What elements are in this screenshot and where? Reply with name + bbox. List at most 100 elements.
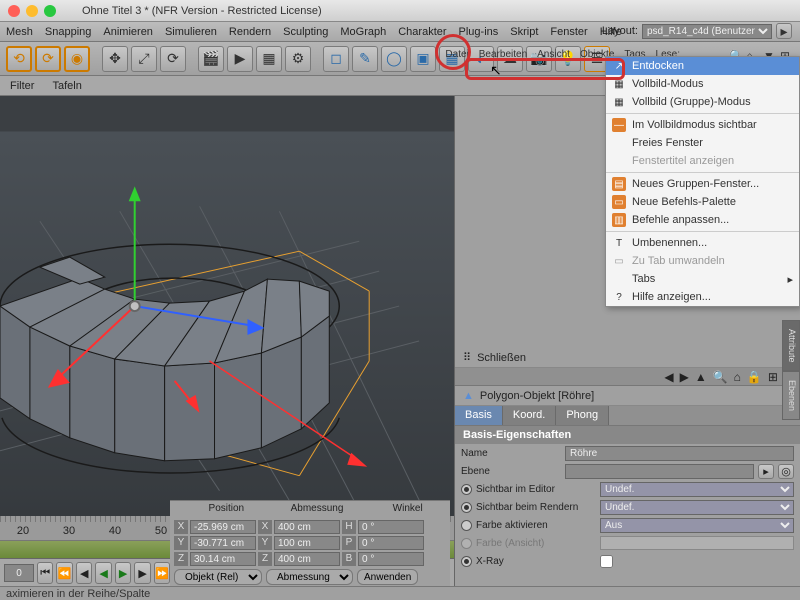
- objmgr-ansicht[interactable]: Ansicht: [537, 49, 570, 60]
- layout-dropdown[interactable]: psd_R14_c4d (Benutzer): [642, 24, 772, 39]
- pos-z-input[interactable]: [190, 552, 256, 566]
- rtab-ebenen[interactable]: Ebenen: [782, 371, 800, 420]
- ang-b-input[interactable]: [358, 552, 424, 566]
- tab-basis[interactable]: Basis: [455, 406, 503, 425]
- nav-new-icon[interactable]: ⊞: [768, 370, 778, 384]
- ctx-neue-befehls-palette[interactable]: ▭Neue Befehls-Palette: [606, 193, 799, 211]
- tool-scale-button[interactable]: ⤢: [131, 46, 157, 72]
- menu-mesh[interactable]: Mesh: [6, 26, 33, 38]
- xray-radio[interactable]: [461, 556, 472, 567]
- tab-phong[interactable]: Phong: [556, 406, 609, 425]
- nav-search-icon[interactable]: 🔍: [713, 370, 728, 384]
- play-back-button[interactable]: ◀: [95, 562, 111, 584]
- ebene-goto-button[interactable]: ◎: [778, 464, 794, 479]
- prev-frame-button[interactable]: ◀: [76, 562, 92, 584]
- primitive-generator-button[interactable]: ▣: [410, 46, 436, 72]
- ctx-vollbild[interactable]: ▦Vollbild-Modus: [606, 75, 799, 93]
- dim-z-input[interactable]: [274, 552, 340, 566]
- ctx-freies-fenster[interactable]: Freies Fenster: [606, 134, 799, 152]
- menu-snapping[interactable]: Snapping: [45, 26, 92, 38]
- close-panel-row[interactable]: ⠿ Schließen: [455, 348, 800, 368]
- menu-rendern[interactable]: Rendern: [229, 26, 271, 38]
- vp-filter[interactable]: Filter: [10, 80, 34, 92]
- zoom-icon[interactable]: [44, 5, 56, 17]
- tool-move-button[interactable]: ✥: [102, 46, 128, 72]
- nav-prev-icon[interactable]: ◀: [664, 370, 673, 384]
- ctx-entdocken[interactable]: ↗Entdocken: [606, 57, 799, 75]
- status-text: aximieren in der Reihe/Spalte: [6, 588, 150, 600]
- ctx-umbenennen[interactable]: TUmbenennen...: [606, 234, 799, 252]
- menu-fenster[interactable]: Fenster: [550, 26, 587, 38]
- nav-up-icon[interactable]: ▲: [695, 370, 707, 384]
- xray-checkbox[interactable]: [600, 555, 613, 568]
- primitive-nurbs-button[interactable]: ◯: [381, 46, 407, 72]
- menu-simulieren[interactable]: Simulieren: [165, 26, 217, 38]
- tool-render-region-button[interactable]: ▦: [256, 46, 282, 72]
- dim-y-input[interactable]: [274, 536, 340, 550]
- tool-clapper-button[interactable]: 🎬: [198, 46, 224, 72]
- attr-ebene-input[interactable]: [565, 464, 754, 479]
- attr-ebene-label: Ebene: [461, 466, 561, 477]
- objmgr-datei[interactable]: Datei: [445, 49, 468, 60]
- pos-y-input[interactable]: [190, 536, 256, 550]
- attr-name-input[interactable]: [565, 446, 794, 461]
- vp-tafeln[interactable]: Tafeln: [52, 80, 81, 92]
- dim-x-input[interactable]: [274, 520, 340, 534]
- pos-x-input[interactable]: [190, 520, 256, 534]
- vis-render-radio[interactable]: [461, 502, 472, 513]
- ctx-befehle-anpassen[interactable]: ▥Befehle anpassen...: [606, 211, 799, 229]
- goto-start-button[interactable]: ⏮: [37, 562, 53, 584]
- ctx-hilfe[interactable]: ?Hilfe anzeigen...: [606, 288, 799, 306]
- minimize-icon[interactable]: [26, 5, 38, 17]
- tool-select-button[interactable]: ◉: [64, 46, 90, 72]
- coord-col-position: Position: [188, 503, 265, 519]
- tab-koord[interactable]: Koord.: [503, 406, 556, 425]
- frame-start-input[interactable]: [4, 564, 34, 582]
- menu-plugins[interactable]: Plug-ins: [459, 26, 499, 38]
- vis-editor-select[interactable]: Undef.: [600, 482, 794, 497]
- tool-render-button[interactable]: ▶: [227, 46, 253, 72]
- next-key-button[interactable]: ⏩: [154, 562, 170, 584]
- coord-mode1-select[interactable]: Objekt (Rel): [174, 569, 262, 585]
- primitive-cube-button[interactable]: ◻: [323, 46, 349, 72]
- ang-p-input[interactable]: [358, 536, 424, 550]
- ebene-picker-button[interactable]: ▸: [758, 464, 774, 479]
- nav-next-icon[interactable]: ▶: [680, 370, 689, 384]
- menu-skript[interactable]: Skript: [510, 26, 538, 38]
- window-title: Ohne Titel 3 * (NFR Version - Restricted…: [82, 5, 322, 17]
- next-frame-button[interactable]: ▶: [134, 562, 150, 584]
- objmgr-bearbeiten[interactable]: Bearbeiten: [479, 49, 527, 60]
- menu-mograph[interactable]: MoGraph: [340, 26, 386, 38]
- tool-undo-button[interactable]: ⟲: [6, 46, 32, 72]
- ctx-vollbild-sichtbar[interactable]: —Im Vollbildmodus sichtbar: [606, 116, 799, 134]
- ctx-fenstertitel: Fenstertitel anzeigen: [606, 152, 799, 170]
- tool-redo-button[interactable]: ⟳: [35, 46, 61, 72]
- menu-animieren[interactable]: Animieren: [103, 26, 153, 38]
- play-button[interactable]: ▶: [115, 562, 131, 584]
- color-enable-select[interactable]: Aus: [600, 518, 794, 533]
- color-enable-label: Farbe aktivieren: [476, 520, 596, 531]
- attr-section-title: Basis-Eigenschaften: [455, 426, 800, 444]
- coord-apply-button[interactable]: Anwenden: [357, 569, 418, 585]
- menu-charakter[interactable]: Charakter: [398, 26, 446, 38]
- ctx-tabs[interactable]: Tabs▸: [606, 270, 799, 288]
- primitive-pen-button[interactable]: ✎: [352, 46, 378, 72]
- tool-rotate-button[interactable]: ⟳: [160, 46, 186, 72]
- ctx-vollbild-gruppe[interactable]: ▦Vollbild (Gruppe)-Modus: [606, 93, 799, 111]
- nav-home-icon[interactable]: ⌂: [734, 370, 741, 384]
- rtab-attribute[interactable]: Attribute: [782, 320, 800, 372]
- prev-key-button[interactable]: ⏪: [56, 562, 72, 584]
- close-icon[interactable]: [8, 5, 20, 17]
- ang-h-input[interactable]: [358, 520, 424, 534]
- tool-render-settings-button[interactable]: ⚙: [285, 46, 311, 72]
- menu-sculpting[interactable]: Sculpting: [283, 26, 328, 38]
- attr-nav-bar: ◀ ▶ ▲ 🔍 ⌂ 🔒 ⊞ ⊕: [455, 368, 800, 386]
- color-enable-radio[interactable]: [461, 520, 472, 531]
- ctx-neues-gruppen-fenster[interactable]: ▤Neues Gruppen-Fenster...: [606, 175, 799, 193]
- coord-mode2-select[interactable]: Abmessung: [266, 569, 353, 585]
- main-menubar: Mesh Snapping Animieren Simulieren Rende…: [0, 22, 800, 42]
- nav-lock-icon[interactable]: 🔒: [747, 370, 762, 384]
- layout-next-icon[interactable]: ▸: [776, 23, 792, 39]
- vis-editor-radio[interactable]: [461, 484, 472, 495]
- vis-render-select[interactable]: Undef.: [600, 500, 794, 515]
